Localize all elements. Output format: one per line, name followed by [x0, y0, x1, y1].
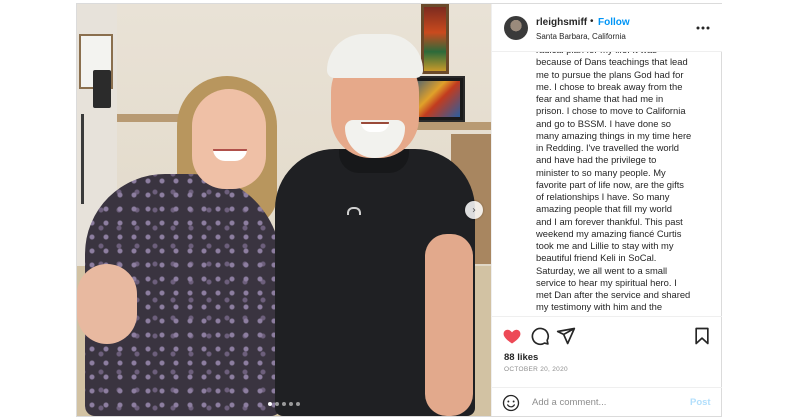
likes-count[interactable]: 88 likes [504, 352, 538, 363]
carousel-dot [282, 402, 286, 406]
photo-person-woman-face [192, 89, 266, 189]
username-link[interactable]: rleighsmiff [536, 17, 587, 28]
follow-button[interactable]: Follow [598, 17, 630, 28]
photo-stained-glass [421, 4, 449, 74]
post-actions: 88 likes OCTOBER 20, 2020 Add a comment.… [492, 316, 722, 416]
photo-tripod [81, 114, 84, 204]
caption-scroll-area[interactable]: radical plan for my life. It was because… [492, 52, 722, 316]
photo-person-man-arm [425, 234, 473, 416]
post-caption: radical plan for my life. It was because… [536, 52, 692, 313]
instagram-post: › rleighsmiff • Follow Santa Barbara, Ca… [76, 3, 722, 417]
photo-person-man-hair [327, 34, 423, 78]
carousel-dot [268, 402, 272, 406]
photo-speaker [93, 70, 111, 108]
carousel-dots [77, 402, 491, 406]
shirt-logo-icon [347, 207, 361, 215]
post-header: rleighsmiff • Follow Santa Barbara, Cali… [492, 4, 722, 52]
avatar[interactable] [504, 16, 528, 40]
post-date: OCTOBER 20, 2020 [504, 366, 568, 373]
comment-input[interactable]: Add a comment... [532, 397, 606, 408]
carousel-dot [296, 402, 300, 406]
more-options-icon[interactable] [696, 26, 710, 30]
share-icon[interactable] [556, 326, 576, 346]
carousel-dot [275, 402, 279, 406]
location-link[interactable]: Santa Barbara, California [536, 32, 626, 41]
bookmark-icon[interactable] [692, 326, 712, 346]
post-photo[interactable]: › [77, 4, 491, 416]
post-comment-button[interactable]: Post [690, 397, 711, 408]
comment-icon[interactable] [530, 326, 550, 346]
comment-bar: Add a comment... Post [492, 387, 722, 417]
emoji-icon[interactable] [502, 394, 520, 412]
heart-icon[interactable] [502, 326, 522, 346]
header-separator: • [590, 16, 594, 27]
carousel-next-button[interactable]: › [465, 201, 483, 219]
chevron-right-icon: › [472, 204, 476, 216]
post-side-panel: rleighsmiff • Follow Santa Barbara, Cali… [491, 4, 722, 416]
carousel-dot [289, 402, 293, 406]
photo-person-woman-arm [77, 264, 137, 344]
